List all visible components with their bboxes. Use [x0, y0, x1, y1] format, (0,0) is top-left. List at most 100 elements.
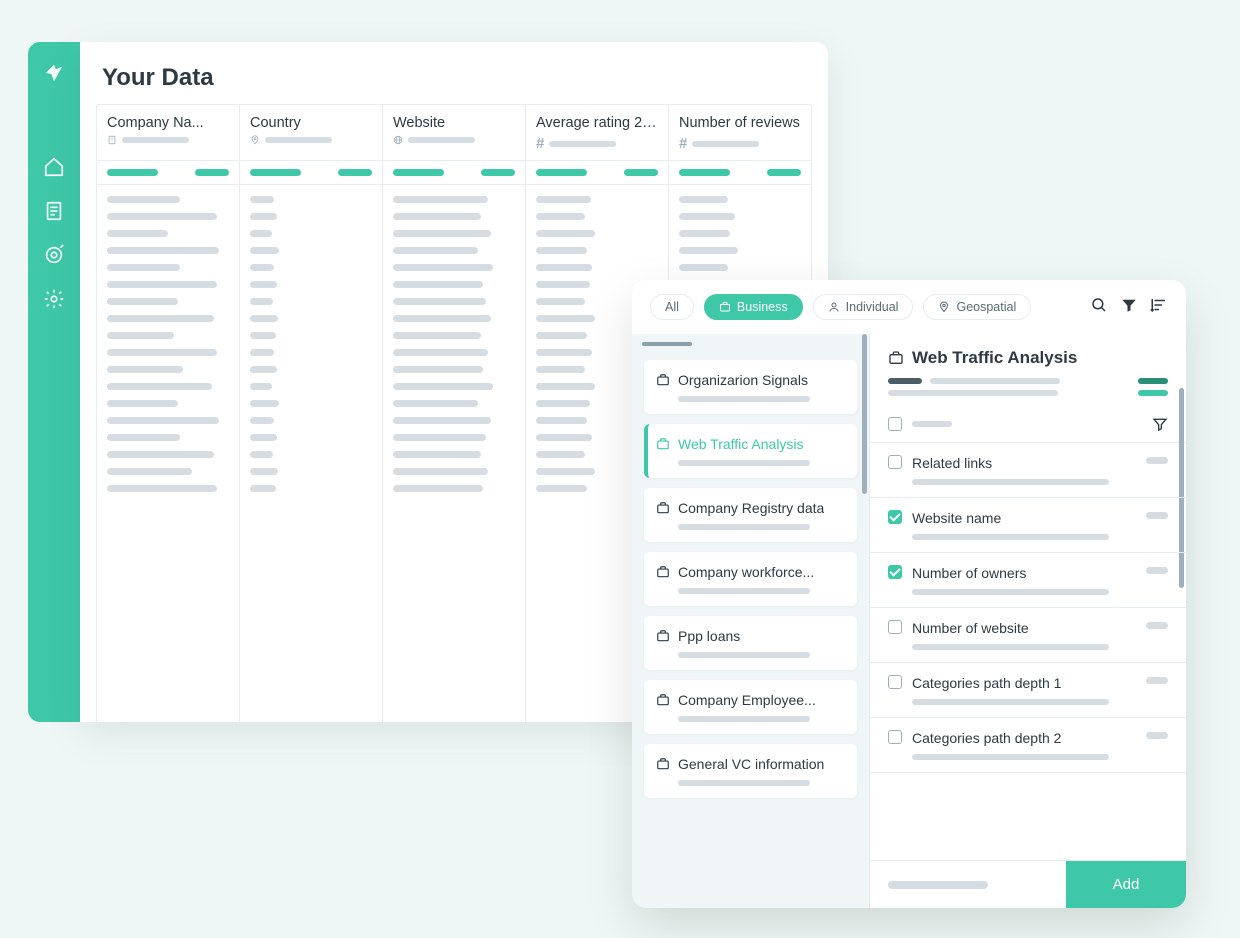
table-cell [383, 242, 525, 259]
table-cell [383, 412, 525, 429]
attribute-row[interactable]: Number of owners [870, 553, 1186, 608]
table-cell [240, 361, 382, 378]
target-icon[interactable] [43, 244, 65, 266]
table-cell [383, 480, 525, 497]
column-filter[interactable] [383, 161, 526, 184]
table-cell [383, 225, 525, 242]
home-icon[interactable] [43, 156, 65, 178]
table-cell [669, 259, 811, 276]
table-cell [669, 208, 811, 225]
attribute-checkbox[interactable] [888, 730, 902, 744]
table-cell [526, 191, 668, 208]
category-card[interactable]: Web Traffic Analysis [644, 424, 857, 478]
column-header[interactable]: Company Na... [97, 105, 240, 160]
attribute-checkbox[interactable] [888, 620, 902, 634]
filter-pill-individual[interactable]: Individual [813, 294, 914, 320]
table-cell [97, 310, 239, 327]
page-title: Your Data [80, 42, 828, 94]
filter-icon[interactable] [1152, 416, 1168, 432]
column-header[interactable]: Country [240, 105, 383, 160]
attribute-row[interactable]: Website name [870, 498, 1186, 553]
table-cell [383, 446, 525, 463]
table-cell [383, 395, 525, 412]
table-cell [526, 208, 668, 225]
table-cell [383, 361, 525, 378]
column-filter[interactable] [97, 161, 240, 184]
column-header[interactable]: Number of reviews# [669, 105, 811, 160]
logo-bird-icon [43, 62, 65, 84]
sort-icon[interactable] [1150, 296, 1168, 318]
table-cell [669, 225, 811, 242]
category-card[interactable]: Company Registry data [644, 488, 857, 542]
table-cell [97, 242, 239, 259]
column-filter[interactable] [240, 161, 383, 184]
picker-top-bar: All Business Individual Geospatial [632, 280, 1186, 334]
filter-pill-business[interactable]: Business [704, 294, 803, 320]
table-cell [383, 259, 525, 276]
table-cell [240, 293, 382, 310]
add-button[interactable]: Add [1066, 861, 1186, 908]
table-cell [240, 242, 382, 259]
attribute-row[interactable]: Number of website [870, 608, 1186, 663]
table-cell [383, 463, 525, 480]
table-cell [240, 378, 382, 395]
filter-pill-geospatial[interactable]: Geospatial [923, 294, 1031, 320]
search-icon[interactable] [1090, 296, 1108, 318]
attribute-checkbox[interactable] [888, 675, 902, 689]
attribute-checkbox[interactable] [888, 510, 902, 524]
table-cell [240, 480, 382, 497]
category-card[interactable]: General VC information [644, 744, 857, 798]
category-card[interactable]: Organizarion Signals [644, 360, 857, 414]
table-cell [97, 208, 239, 225]
document-icon[interactable] [43, 200, 65, 222]
table-cell [240, 276, 382, 293]
attribute-row[interactable]: Related links [870, 443, 1186, 498]
category-scrollbar-thumb[interactable] [862, 334, 867, 494]
category-card[interactable]: Ppp loans [644, 616, 857, 670]
table-cell [240, 259, 382, 276]
filter-icon[interactable] [1120, 296, 1138, 318]
category-list: Organizarion Signals Web Traffic Analysis… [632, 334, 870, 908]
table-cell [240, 446, 382, 463]
table-cell [240, 191, 382, 208]
table-filter-row [97, 161, 811, 185]
table-cell [97, 446, 239, 463]
table-cell [383, 429, 525, 446]
column-filter[interactable] [669, 161, 811, 184]
table-cell [383, 310, 525, 327]
attr-select-all-row [870, 406, 1186, 443]
table-cell [526, 259, 668, 276]
table-cell [383, 276, 525, 293]
column-header[interactable]: Average rating 2019# [526, 105, 669, 160]
horizontal-scrollbar-thumb[interactable] [642, 342, 692, 346]
picker-footer: Add [870, 860, 1186, 908]
table-cell [240, 208, 382, 225]
column-header[interactable]: Website [383, 105, 526, 160]
filter-pill-all[interactable]: All [650, 294, 694, 320]
table-cell [669, 242, 811, 259]
attribute-checkbox[interactable] [888, 455, 902, 469]
table-cell [97, 344, 239, 361]
table-cell [240, 412, 382, 429]
select-all-checkbox[interactable] [888, 417, 902, 431]
table-cell [97, 412, 239, 429]
table-cell [383, 327, 525, 344]
category-card[interactable]: Company workforce... [644, 552, 857, 606]
category-card[interactable]: Company Employee... [644, 680, 857, 734]
table-header-row: Company Na...CountryWebsiteAverage ratin… [97, 105, 811, 161]
table-cell [97, 361, 239, 378]
table-cell [97, 327, 239, 344]
table-cell [97, 378, 239, 395]
table-cell [97, 276, 239, 293]
attribute-row[interactable]: Categories path depth 2 [870, 718, 1186, 773]
table-cell [526, 225, 668, 242]
table-cell [383, 344, 525, 361]
attribute-row[interactable]: Categories path depth 1 [870, 663, 1186, 718]
detail-title: Web Traffic Analysis [912, 348, 1077, 368]
column-filter[interactable] [526, 161, 669, 184]
table-cell [383, 378, 525, 395]
attribute-checkbox[interactable] [888, 565, 902, 579]
table-cell [240, 429, 382, 446]
gear-icon[interactable] [43, 288, 65, 310]
table-cell [383, 293, 525, 310]
